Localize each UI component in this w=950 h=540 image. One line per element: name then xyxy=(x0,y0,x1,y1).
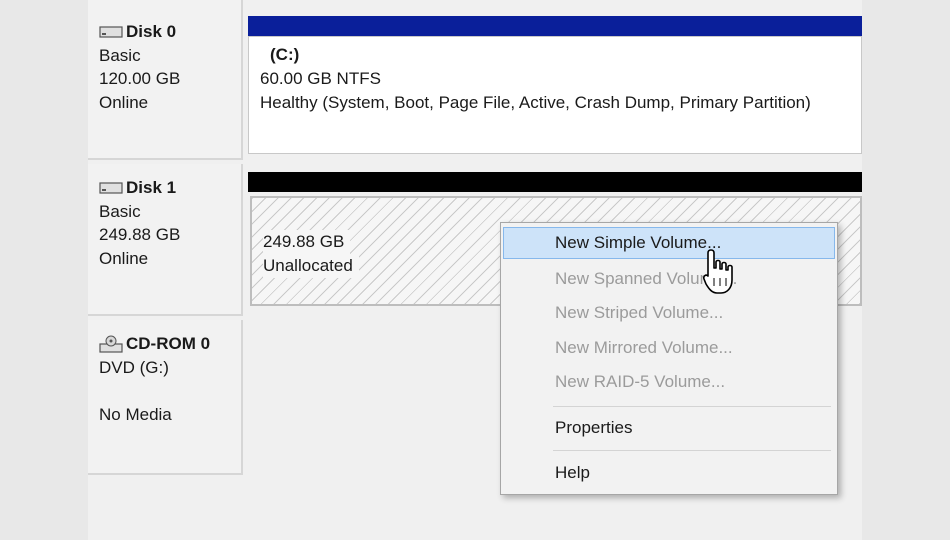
disk-status-1: Online xyxy=(99,248,149,268)
left-margin xyxy=(0,0,88,540)
menu-new-striped-volume[interactable]: New Striped Volume... xyxy=(503,297,835,329)
unallocated-bar xyxy=(248,172,862,192)
disk-type-0: Basic xyxy=(99,45,141,65)
menu-separator xyxy=(553,450,831,451)
menu-help[interactable]: Help xyxy=(503,457,835,489)
disk-icon xyxy=(99,26,123,38)
menu-properties[interactable]: Properties xyxy=(503,412,835,444)
disk-status-cdrom: No Media xyxy=(99,405,172,424)
disk-label-cdrom[interactable]: CD-ROM 0 DVD (G:) No Media xyxy=(88,320,243,475)
disk-name-cdrom: CD-ROM 0 xyxy=(126,334,211,353)
disk-volumes-0: (C:) 60.00 GB NTFS Healthy (System, Boot… xyxy=(248,0,862,160)
unallocated-label: Unallocated xyxy=(263,254,359,278)
disk-label-0[interactable]: Disk 0 Basic 120.00 GB Online xyxy=(88,0,243,160)
menu-new-simple-volume[interactable]: New Simple Volume... xyxy=(503,227,835,259)
disk-status-0: Online xyxy=(99,92,149,112)
disk-title-cdrom: CD-ROM 0 xyxy=(99,332,241,356)
disk-name-0: Disk 0 xyxy=(126,22,177,41)
disk-icon xyxy=(99,182,123,194)
hand-cursor-icon xyxy=(703,249,733,294)
menu-new-mirrored-volume[interactable]: New Mirrored Volume... xyxy=(503,332,835,364)
volume-c-status: Healthy (System, Boot, Page File, Active… xyxy=(260,93,811,112)
disk-size-0: 120.00 GB xyxy=(99,69,181,88)
disk-label-1[interactable]: Disk 1 Basic 249.88 GB Online xyxy=(88,164,243,316)
right-margin xyxy=(862,0,950,540)
unallocated-size: 249.88 GB xyxy=(263,230,351,254)
volume-c-name: (C:) xyxy=(270,45,300,64)
cd-rom-icon xyxy=(99,335,123,353)
volume-c-bar xyxy=(248,16,862,36)
context-menu: New Simple Volume... New Spanned Volume.… xyxy=(500,222,838,495)
menu-separator xyxy=(553,406,831,407)
menu-new-raid5-volume[interactable]: New RAID-5 Volume... xyxy=(503,366,835,398)
disk-title-1: Disk 1 xyxy=(99,176,241,200)
disk-type-1: Basic xyxy=(99,201,141,221)
disk-type-cdrom: DVD (G:) xyxy=(99,357,169,377)
menu-new-spanned-volume[interactable]: New Spanned Volume... xyxy=(503,263,835,295)
volume-c-size: 60.00 GB NTFS xyxy=(260,69,381,88)
disk-name-1: Disk 1 xyxy=(126,178,177,197)
disk-row-0: Disk 0 Basic 120.00 GB Online (C:) 60.00… xyxy=(88,0,862,160)
volume-c[interactable]: (C:) 60.00 GB NTFS Healthy (System, Boot… xyxy=(248,36,862,154)
disk-size-1: 249.88 GB xyxy=(99,225,181,244)
disk-title-0: Disk 0 xyxy=(99,20,241,44)
